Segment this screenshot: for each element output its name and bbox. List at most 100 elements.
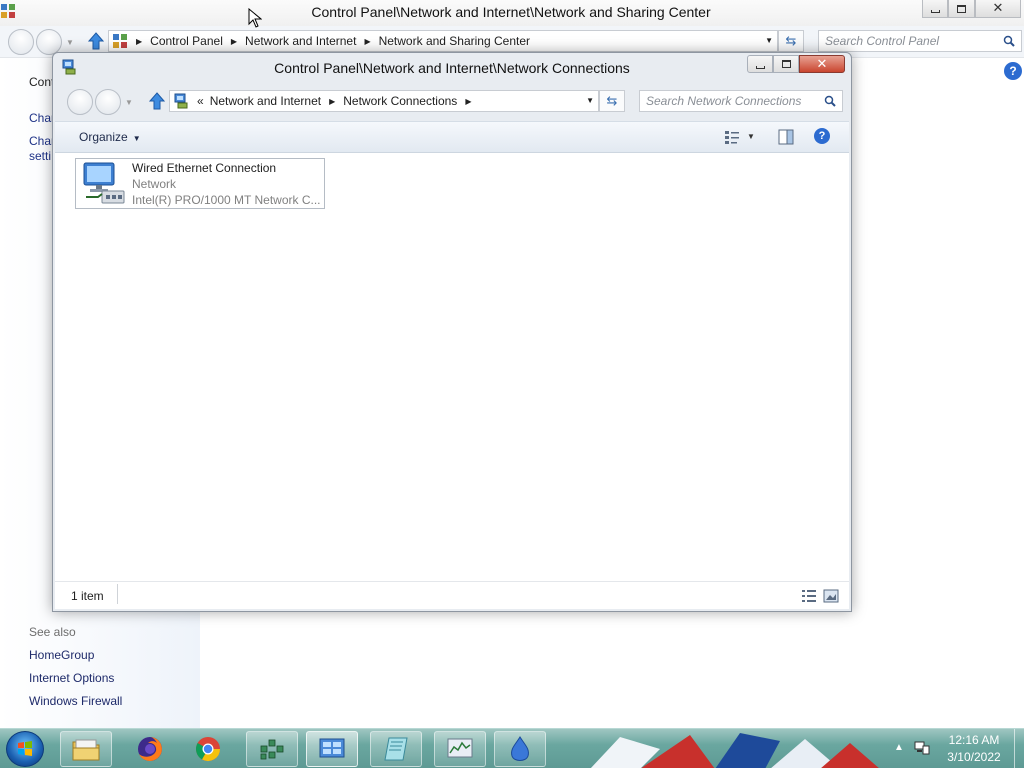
- recent-pages-dropdown-icon[interactable]: ▼: [66, 38, 74, 47]
- fg-address-bar[interactable]: « Network and Internet ▶ Network Connect…: [169, 90, 599, 112]
- breadcrumb-chevron-icon[interactable]: ▶: [364, 37, 370, 46]
- breadcrumb-chevron-icon[interactable]: ▶: [465, 97, 471, 106]
- bg-address-bar[interactable]: ▶ Control Panel ▶ Network and Internet ▶…: [108, 30, 778, 52]
- recent-pages-dropdown-icon[interactable]: ▼: [125, 98, 133, 107]
- windows-logo-icon: [18, 741, 32, 756]
- bg-titlebar[interactable]: Control Panel\Network and Internet\Netwo…: [0, 0, 1024, 26]
- search-icon[interactable]: [1003, 35, 1015, 47]
- preview-pane-icon[interactable]: [777, 128, 795, 146]
- fg-navigation-bar: ▼ « Network and Internet ▶ Network Conne…: [53, 85, 851, 119]
- bg-window-title: Control Panel\Network and Internet\Netwo…: [311, 4, 711, 20]
- taskbar-chrome[interactable]: [182, 731, 234, 767]
- up-arrow-icon[interactable]: [149, 92, 165, 110]
- breadcrumb-control-panel[interactable]: Control Panel: [150, 34, 223, 48]
- refresh-icon: ⇆: [785, 33, 797, 48]
- system-tray: ▲ 12:16 AM 3/10/2022: [890, 729, 1024, 768]
- taskbar-windows-explorer[interactable]: [60, 731, 112, 767]
- breadcrumb-chevron-icon[interactable]: ▶: [231, 37, 237, 46]
- sidebar-link-partial[interactable]: setti: [29, 149, 51, 163]
- item-count: 1 item: [71, 589, 104, 603]
- forward-button[interactable]: [95, 89, 121, 115]
- help-icon[interactable]: ?: [814, 128, 830, 144]
- up-arrow-icon[interactable]: [88, 32, 104, 50]
- large-icons-view-icon[interactable]: [823, 589, 839, 603]
- refresh-button[interactable]: ⇆: [778, 30, 804, 52]
- close-icon: ✕: [992, 1, 1004, 16]
- see-also-link-windows-firewall[interactable]: Windows Firewall: [29, 694, 122, 708]
- connections-list: Wired Ethernet Connection Network Intel(…: [55, 153, 849, 581]
- refresh-icon: ⇆: [606, 93, 618, 108]
- breadcrumb-network-connections[interactable]: Network Connections: [343, 94, 457, 108]
- see-also-link-internet-options[interactable]: Internet Options: [29, 671, 114, 685]
- taskbar-network-connections[interactable]: [246, 731, 298, 767]
- connection-item-wired-ethernet[interactable]: Wired Ethernet Connection Network Intel(…: [75, 158, 325, 209]
- address-dropdown-icon[interactable]: ▼: [586, 96, 594, 105]
- bg-search-input[interactable]: Search Control Panel: [818, 30, 1022, 52]
- taskbar: ▲ 12:16 AM 3/10/2022: [0, 728, 1024, 768]
- network-status-icon[interactable]: [914, 741, 930, 755]
- taskbar-firefox[interactable]: [124, 731, 176, 767]
- command-toolbar: Organize ▼ ▼ ?: [55, 121, 849, 153]
- close-icon: ✕: [816, 56, 828, 72]
- minimize-button[interactable]: [922, 0, 948, 18]
- network-connections-icon: [174, 93, 188, 109]
- change-view-icon[interactable]: [723, 128, 741, 146]
- restore-icon: [957, 4, 966, 13]
- see-also-link-homegroup[interactable]: HomeGroup: [29, 648, 94, 662]
- details-view-icon[interactable]: [801, 589, 817, 603]
- taskbar-app-blue-drop[interactable]: [494, 731, 546, 767]
- close-button[interactable]: ✕: [799, 55, 845, 73]
- minimize-icon: [930, 10, 940, 13]
- fg-search-input[interactable]: Search Network Connections: [639, 90, 843, 112]
- see-also-heading: See also: [29, 625, 76, 639]
- taskbar-task-manager[interactable]: [434, 731, 486, 767]
- breadcrumb-network-sharing-center[interactable]: Network and Sharing Center: [379, 34, 530, 48]
- minimize-icon: [755, 65, 765, 69]
- mouse-cursor-icon: [248, 8, 262, 28]
- clock-time[interactable]: 12:16 AM: [944, 733, 1004, 747]
- breadcrumb-network-and-internet[interactable]: Network and Internet: [210, 94, 321, 108]
- wallpaper-flag-graphic: [590, 733, 879, 768]
- connection-device: Intel(R) PRO/1000 MT Network C...: [132, 193, 321, 207]
- chevron-down-icon: ▼: [132, 134, 141, 143]
- connection-name: Wired Ethernet Connection: [132, 161, 277, 175]
- maximize-icon: [781, 60, 791, 68]
- sidebar-heading-partial: Cont: [29, 75, 55, 89]
- show-desktop-button[interactable]: [1014, 729, 1024, 768]
- breadcrumb-chevron-icon[interactable]: ▶: [329, 97, 335, 106]
- clock-date[interactable]: 3/10/2022: [944, 750, 1004, 764]
- chart-monitor-icon: [447, 738, 473, 758]
- search-icon[interactable]: [824, 95, 836, 107]
- status-bar: 1 item: [55, 581, 849, 609]
- refresh-button[interactable]: ⇆: [599, 90, 625, 112]
- back-button[interactable]: [67, 89, 93, 115]
- start-button[interactable]: [6, 731, 44, 767]
- status-divider: [117, 584, 118, 604]
- view-options-dropdown-icon[interactable]: ▼: [747, 132, 755, 141]
- connection-status: Network: [132, 177, 177, 191]
- control-panel-icon: [319, 738, 345, 758]
- notepad-icon: [384, 737, 408, 761]
- chrome-icon: [195, 737, 220, 762]
- fg-window-title: Control Panel\Network and Internet\Netwo…: [274, 60, 630, 76]
- breadcrumb-network-and-internet[interactable]: Network and Internet: [245, 34, 356, 48]
- minimize-button[interactable]: [747, 55, 773, 73]
- help-icon[interactable]: ?: [1004, 62, 1022, 80]
- taskbar-control-panel[interactable]: [306, 731, 358, 767]
- close-button[interactable]: ✕: [975, 0, 1021, 18]
- address-dropdown-icon[interactable]: ▼: [765, 36, 773, 45]
- maximize-button[interactable]: [773, 55, 799, 73]
- network-grid-icon: [260, 739, 284, 760]
- breadcrumb-chevron-icon[interactable]: ▶: [136, 37, 142, 46]
- restore-button[interactable]: [948, 0, 975, 18]
- firefox-icon: [138, 737, 162, 761]
- fg-titlebar[interactable]: Control Panel\Network and Internet\Netwo…: [53, 53, 851, 83]
- breadcrumb-overflow-icon[interactable]: «: [197, 94, 204, 108]
- network-connections-window: Control Panel\Network and Internet\Netwo…: [52, 52, 852, 612]
- back-button[interactable]: [8, 29, 34, 55]
- show-hidden-icons-icon[interactable]: ▲: [894, 742, 904, 753]
- network-adapter-icon: [83, 162, 125, 204]
- organize-button[interactable]: Organize ▼: [79, 130, 141, 144]
- taskbar-notepad[interactable]: [370, 731, 422, 767]
- control-panel-icon: [113, 34, 127, 48]
